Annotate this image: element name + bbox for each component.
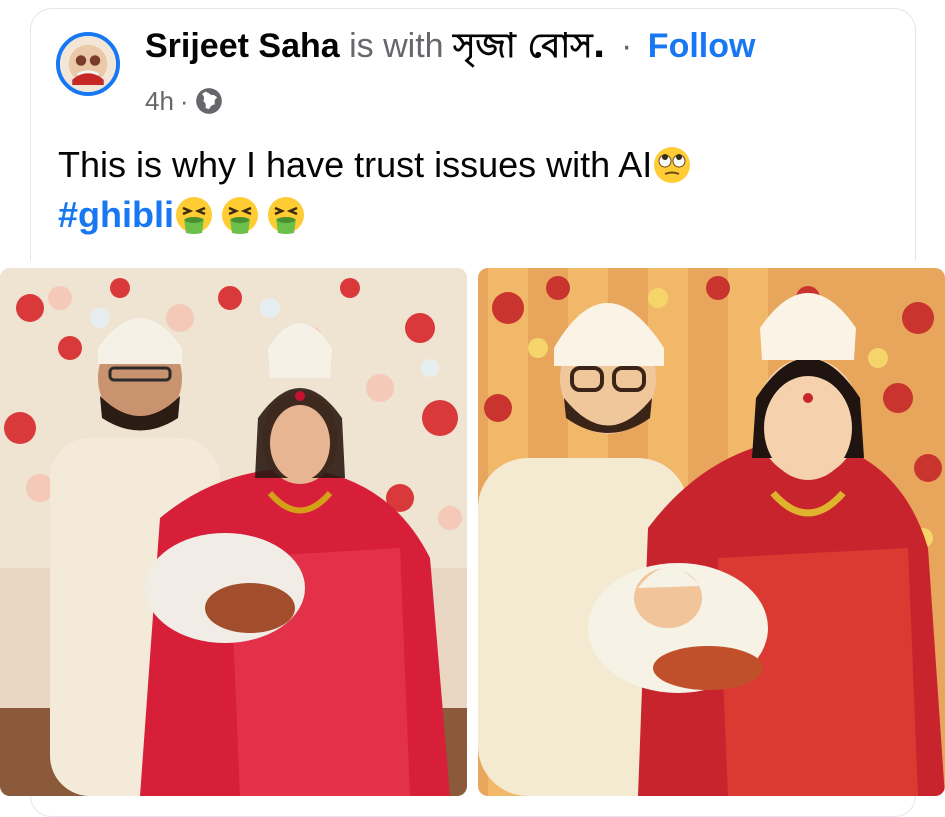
post-body: This is why I have trust issues with AI (58, 144, 653, 185)
follow-button[interactable]: Follow (648, 27, 756, 65)
hashtag-line: #ghibli (58, 192, 306, 238)
meta-separator: · (179, 86, 189, 116)
vomiting-emoji-icon (220, 195, 260, 235)
with-text: is with (349, 27, 444, 65)
author-avatar[interactable] (56, 32, 120, 96)
tagged-user[interactable]: সৃজা বোস. (453, 26, 606, 66)
rolling-eyes-emoji-icon (652, 145, 692, 185)
post-text: This is why I have trust issues with AI (58, 142, 692, 188)
post-header: Srijeet Saha is with সৃজা বোস. · Follow (145, 24, 755, 68)
ghibli-style-illustration[interactable] (478, 268, 945, 796)
vomiting-emoji-icon (266, 195, 306, 235)
author-name[interactable]: Srijeet Saha (145, 27, 340, 65)
post-card-bottom (30, 796, 916, 817)
post-time[interactable]: 4h (145, 84, 174, 118)
header-separator: · (621, 27, 633, 65)
post-meta: 4h · (145, 84, 223, 118)
globe-icon[interactable] (195, 87, 223, 115)
real-wedding-photo[interactable] (0, 268, 467, 796)
hashtag-link[interactable]: #ghibli (58, 194, 174, 235)
vomiting-emoji-icon (174, 195, 214, 235)
